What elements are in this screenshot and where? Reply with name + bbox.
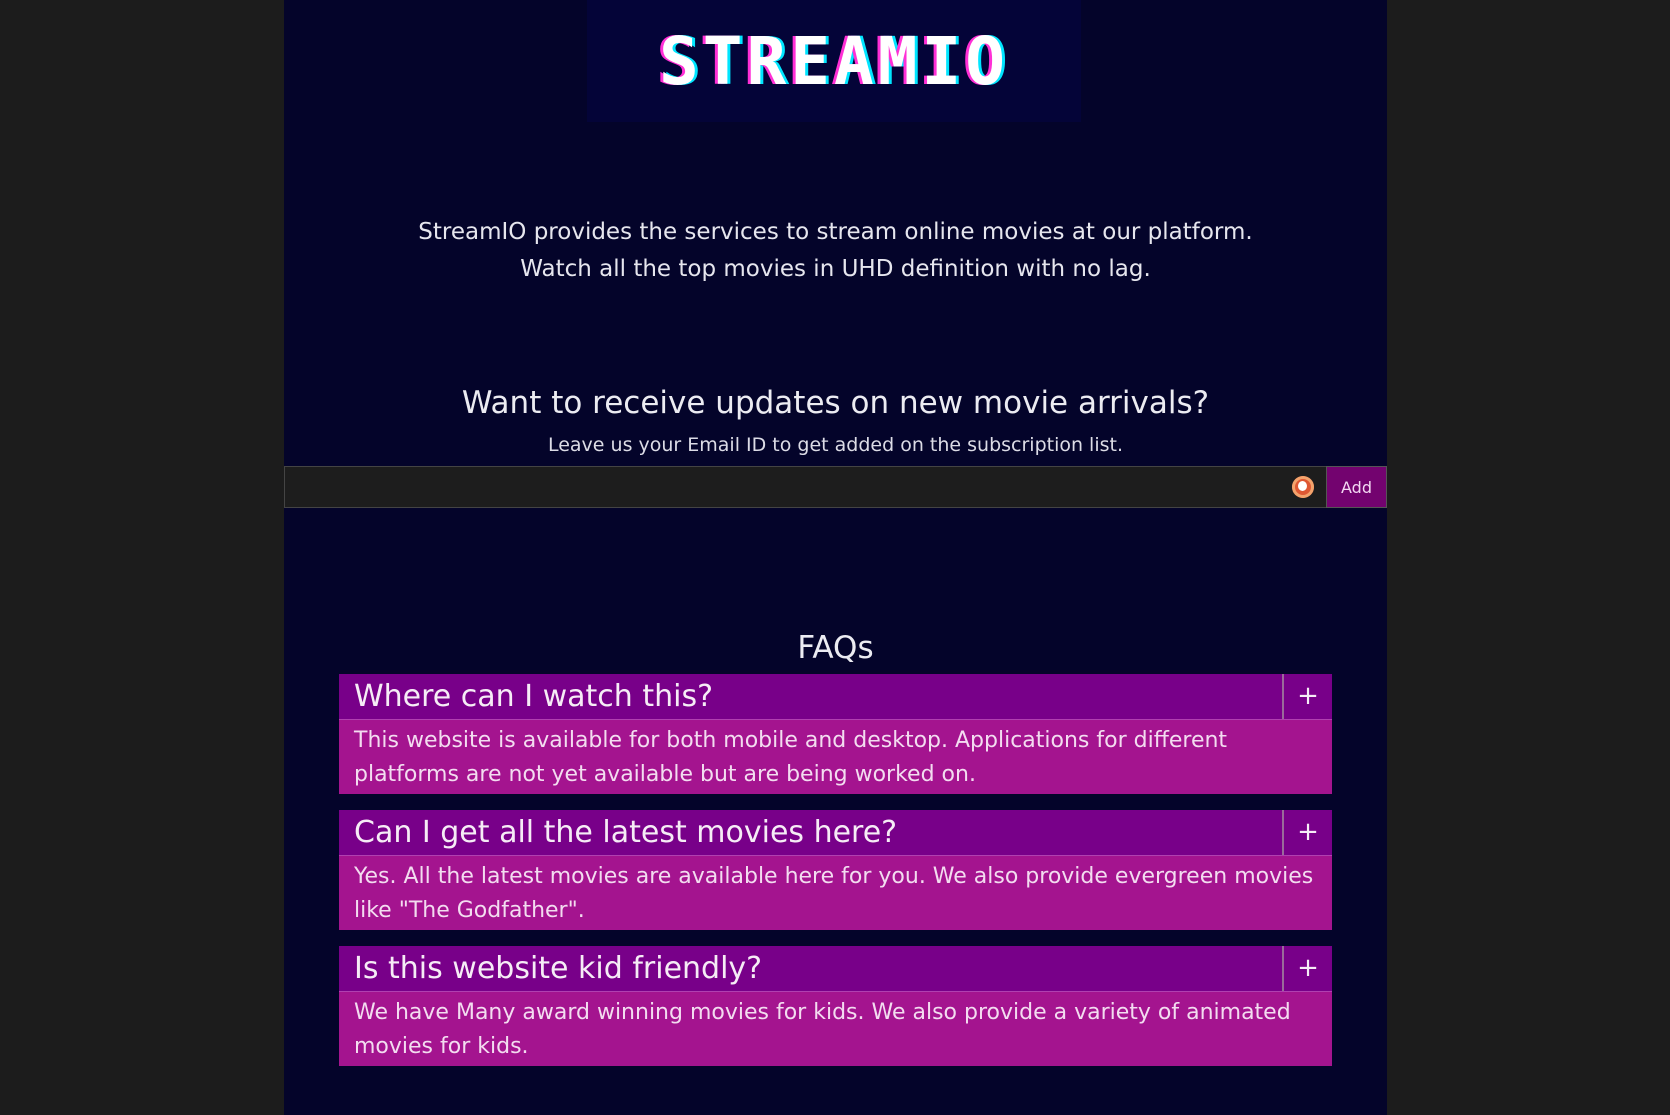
intro-line-2: Watch all the top movies in UHD definiti…: [520, 256, 1151, 282]
faq-question[interactable]: Is this website kid friendly?: [339, 946, 1282, 991]
add-button[interactable]: Add: [1326, 466, 1387, 508]
subscribe-title: Want to receive updates on new movie arr…: [461, 385, 1210, 421]
email-field[interactable]: [284, 466, 1326, 508]
duckduckgo-icon[interactable]: [1292, 476, 1314, 498]
logo-banner: STREAMIO: [587, 0, 1081, 122]
faq-header[interactable]: Is this website kid friendly? +: [339, 946, 1332, 992]
subscribe-form: Add: [284, 466, 1387, 508]
faq-header[interactable]: Can I get all the latest movies here? +: [339, 810, 1332, 856]
expand-toggle-button[interactable]: +: [1282, 946, 1332, 991]
faq-answer: We have Many award winning movies for ki…: [339, 992, 1332, 1066]
logo: STREAMIO: [659, 22, 1009, 100]
faq-list: Where can I watch this? + This website i…: [339, 674, 1332, 1082]
expand-toggle-button[interactable]: +: [1282, 674, 1332, 719]
expand-toggle-button[interactable]: +: [1282, 810, 1332, 855]
intro-text: StreamIO provides the services to stream…: [284, 214, 1387, 288]
faq-item: Can I get all the latest movies here? + …: [339, 810, 1332, 930]
faq-title: FAQs: [797, 630, 874, 666]
faq-answer: This website is available for both mobil…: [339, 720, 1332, 794]
faq-header[interactable]: Where can I watch this? +: [339, 674, 1332, 720]
faq-item: Where can I watch this? + This website i…: [339, 674, 1332, 794]
faq-answer: Yes. All the latest movies are available…: [339, 856, 1332, 930]
page-container: STREAMIO StreamIO provides the services …: [284, 0, 1387, 1115]
faq-question[interactable]: Where can I watch this?: [339, 674, 1282, 719]
intro-line-1: StreamIO provides the services to stream…: [418, 219, 1253, 245]
faq-item: Is this website kid friendly? + We have …: [339, 946, 1332, 1066]
subscribe-subtitle: Leave us your Email ID to get added on t…: [547, 434, 1124, 456]
faq-question[interactable]: Can I get all the latest movies here?: [339, 810, 1282, 855]
